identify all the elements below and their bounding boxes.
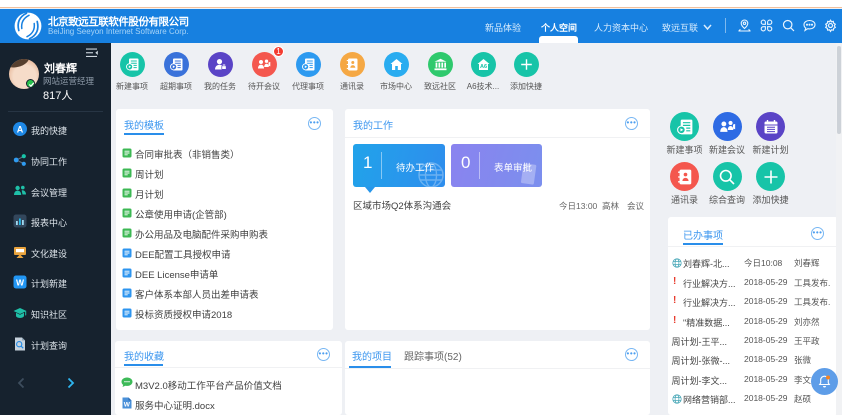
svg-text:A: A — [17, 125, 24, 135]
svg-text:W: W — [16, 277, 25, 287]
svg-text:W: W — [124, 402, 131, 409]
svg-text:A6: A6 — [479, 64, 486, 70]
